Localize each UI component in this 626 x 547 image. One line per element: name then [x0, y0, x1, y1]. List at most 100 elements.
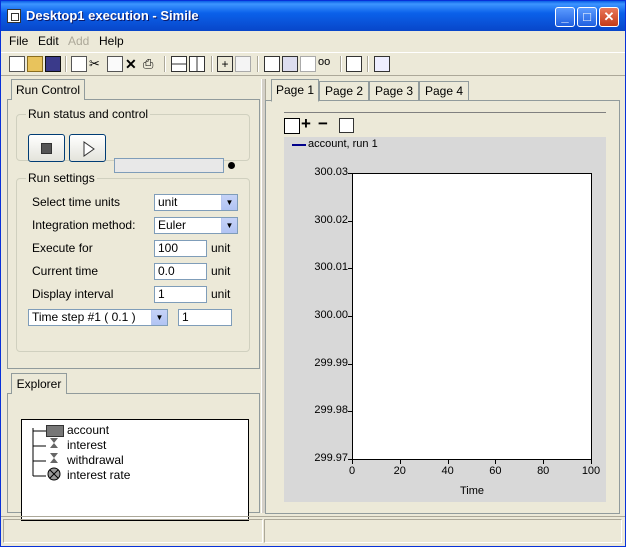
tab-page-4[interactable]: Page 4	[419, 81, 469, 101]
current-time-label: Current time	[32, 264, 99, 278]
explorer-panel: account interest withdrawal interest rat…	[7, 393, 260, 521]
x-tick	[399, 460, 401, 464]
app-window: Desktop1 execution - Simile _ □ ✕ File E…	[0, 0, 626, 547]
run-status-legend: Run status and control	[26, 107, 151, 121]
run-button[interactable]	[69, 134, 106, 162]
variable-icon	[47, 467, 61, 481]
y-tick-label: 300.01	[314, 261, 348, 274]
explorer-pane: Explorer account interest withdrawal int…	[7, 373, 260, 521]
tab-page-2[interactable]: Page 2	[319, 81, 369, 101]
cut-icon[interactable]: ✂	[89, 56, 105, 72]
remove-page-icon[interactable]	[235, 56, 251, 72]
tree-item-account[interactable]: account	[67, 423, 109, 437]
y-tick-label: 300.03	[314, 166, 348, 178]
new-file-icon[interactable]	[9, 56, 25, 72]
menu-edit[interactable]: Edit	[38, 34, 59, 48]
integration-method-label: Integration method:	[32, 218, 136, 232]
list-icon[interactable]	[300, 56, 316, 72]
tab-explorer[interactable]: Explorer	[11, 373, 67, 394]
display-interval-label: Display interval	[32, 287, 114, 301]
flow-icon	[50, 453, 58, 463]
copy-icon[interactable]	[71, 56, 87, 72]
tab-run-control[interactable]: Run Control	[11, 79, 85, 100]
glasses-icon[interactable]: oo	[318, 56, 334, 72]
y-tick	[348, 316, 352, 317]
table-icon[interactable]	[282, 56, 298, 72]
execute-for-input[interactable]: 100	[154, 240, 207, 257]
tree-item-withdrawal[interactable]: withdrawal	[67, 453, 124, 467]
time-units-label: Select time units	[32, 195, 121, 209]
graph-icon[interactable]	[264, 56, 280, 72]
menu-add[interactable]: Add	[68, 34, 89, 48]
run-progress-bar	[114, 158, 224, 173]
explorer-tree[interactable]: account interest withdrawal interest rat…	[21, 419, 249, 521]
delete-icon[interactable]: ✕	[125, 56, 141, 72]
x-tick-label: 80	[537, 465, 550, 477]
zoom-in-icon[interactable]: +	[301, 114, 311, 134]
zoom-out-icon[interactable]: −	[318, 114, 328, 134]
maximize-button[interactable]: □	[577, 7, 597, 27]
compartment-icon	[46, 425, 64, 437]
save-icon[interactable]	[45, 56, 61, 72]
x-axis-label: Time	[460, 485, 485, 497]
x-tick	[591, 460, 592, 464]
page-panel: + − account, run 1 Time 300.03 300.02 300.…	[265, 100, 620, 514]
x-tick	[495, 460, 497, 464]
properties-icon[interactable]	[339, 118, 354, 133]
status-pane-left	[3, 519, 263, 543]
current-time-input[interactable]: 0.0	[154, 263, 207, 280]
play-icon	[83, 141, 95, 157]
title-bar[interactable]: Desktop1 execution - Simile _ □ ✕	[1, 1, 625, 31]
add-page-icon[interactable]: +	[217, 56, 233, 72]
menu-file[interactable]: File	[9, 34, 28, 48]
x-tick-label: 60	[489, 465, 502, 477]
timestep-select[interactable]: Time step #1 ( 0.1 ) ▼	[28, 309, 168, 326]
pages-pane: Page 1 Page 2 Page 3 Page 4 + − account,…	[265, 79, 620, 514]
y-tick	[348, 411, 352, 413]
x-tick-label: 20	[393, 465, 406, 477]
run-control-pane: Run Control Run status and control Run s…	[7, 79, 260, 369]
chart-area: account, run 1 Time 300.03 300.02 300.01 30…	[284, 137, 606, 502]
split-horizontal-icon[interactable]	[171, 56, 187, 72]
menu-help[interactable]: Help	[99, 34, 124, 48]
integration-method-select[interactable]: Euler ▼	[154, 217, 238, 234]
y-tick-label: 300.00	[314, 309, 348, 321]
stop-button[interactable]	[28, 134, 65, 162]
current-time-unit: unit	[211, 264, 231, 278]
print-icon[interactable]: ⎙	[143, 56, 159, 72]
timestep-input[interactable]: 1	[178, 309, 232, 326]
window-title: Desktop1 execution - Simile	[26, 8, 199, 23]
x-tick	[543, 460, 545, 464]
y-tick	[348, 268, 352, 270]
time-units-select[interactable]: unit ▼	[154, 194, 238, 211]
tree-item-interest-rate[interactable]: interest rate	[67, 468, 130, 482]
chevron-down-icon[interactable]: ▼	[151, 310, 167, 325]
open-folder-icon[interactable]	[27, 56, 43, 72]
blank-frame-icon[interactable]	[346, 56, 362, 72]
app-icon[interactable]	[7, 9, 21, 23]
plot-area[interactable]	[352, 173, 592, 460]
y-tick	[348, 220, 352, 222]
y-tick-label: 299.99	[314, 356, 348, 369]
paste-icon[interactable]	[107, 56, 123, 72]
run-settings-legend: Run settings	[26, 171, 97, 185]
y-tick-label: 299.97	[314, 452, 348, 464]
run-control-panel: Run status and control Run settings Sele…	[7, 99, 260, 369]
chevron-down-icon[interactable]: ▼	[221, 218, 237, 233]
menu-bar: File Edit Add Help	[1, 31, 625, 51]
window-icon[interactable]	[374, 56, 390, 72]
minimize-button[interactable]: _	[555, 7, 575, 27]
tree-item-interest[interactable]: interest	[67, 438, 106, 452]
tab-page-1[interactable]: Page 1	[271, 79, 319, 102]
split-vertical-icon[interactable]	[189, 56, 205, 72]
y-tick	[348, 173, 352, 174]
frame-icon[interactable]	[284, 118, 300, 134]
status-indicator-icon	[228, 162, 235, 169]
display-interval-input[interactable]: 1	[154, 286, 207, 303]
close-button[interactable]: ✕	[599, 7, 619, 27]
stop-icon	[41, 143, 52, 154]
x-tick	[352, 460, 353, 464]
x-tick	[447, 460, 449, 464]
chevron-down-icon[interactable]: ▼	[221, 195, 237, 210]
tab-page-3[interactable]: Page 3	[369, 81, 419, 101]
